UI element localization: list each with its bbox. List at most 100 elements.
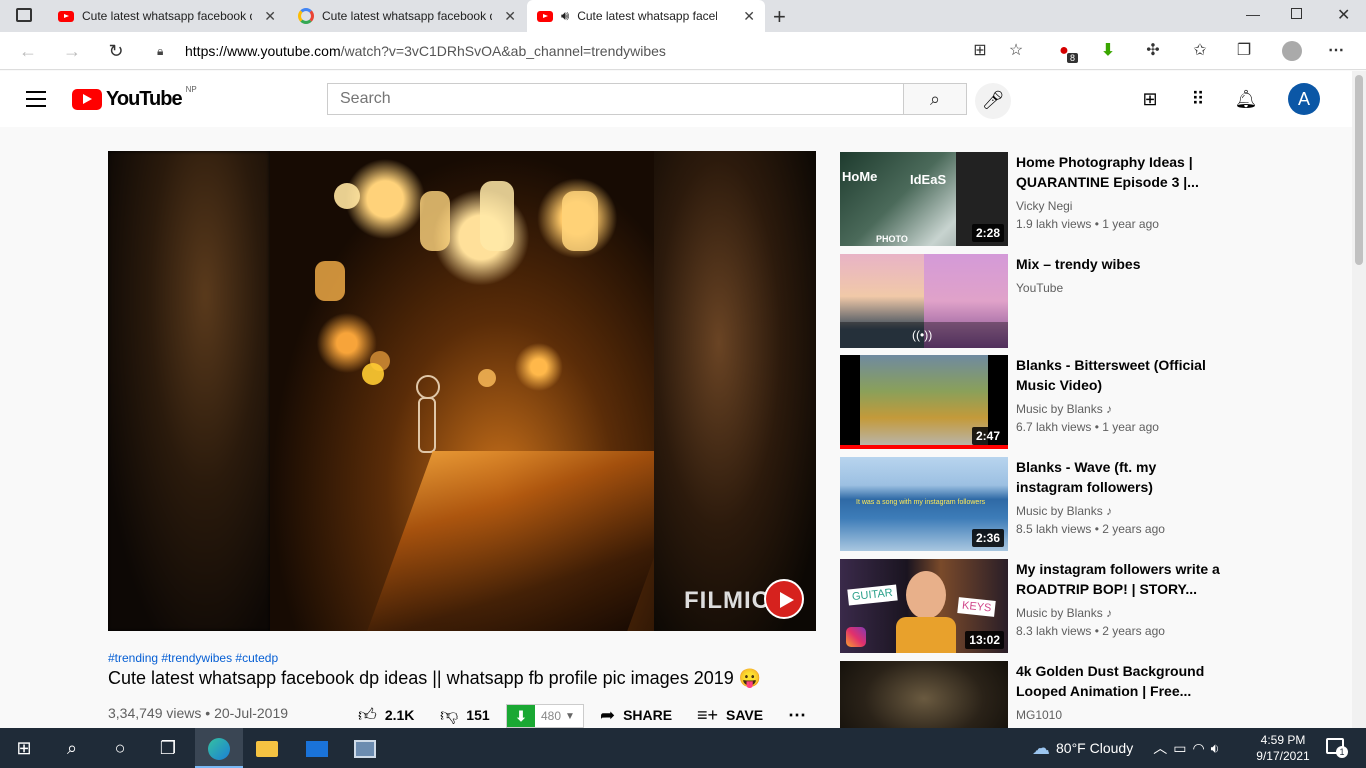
collections-icon[interactable]: ❐ — [1234, 41, 1254, 61]
share-button[interactable]: ➦ SHARE — [600, 703, 672, 727]
youtube-logo[interactable]: YouTube NP — [72, 85, 197, 111]
thumbnail-label: GUITAR — [847, 584, 898, 606]
music-note-icon: ♪ — [1106, 504, 1113, 518]
taskbar-clock[interactable]: 4:59 PM 9/17/2021 — [1250, 732, 1316, 764]
youtube-favicon-icon — [537, 10, 553, 22]
task-view-icon[interactable]: ❐ — [144, 728, 192, 768]
recommendation-item[interactable]: 2:47 Blanks - Bittersweet (Official Musi… — [840, 355, 1340, 449]
dislike-button[interactable]: 👎︎ 151 — [440, 703, 490, 727]
back-icon[interactable]: ← — [16, 39, 40, 63]
cloud-weather-icon: ☁ — [1032, 737, 1050, 758]
channel-name[interactable]: Vicky Negi — [1016, 197, 1226, 215]
url-field[interactable]: 🔒︎ https://www.youtube.com/watch?v=3vC1D… — [145, 37, 1040, 65]
apps-grid-icon[interactable]: ⠿ — [1186, 87, 1210, 111]
page-scrollbar[interactable] — [1352, 71, 1366, 728]
scrollbar-thumb[interactable] — [1355, 75, 1363, 265]
music-note-icon: ♪ — [1106, 402, 1113, 416]
recommendation-item[interactable]: It was a song with my instagram follower… — [840, 457, 1340, 551]
save-button[interactable]: ≡+ SAVE — [697, 703, 763, 727]
video-thumbnail[interactable]: GUITAR KEYS 13:02 — [840, 559, 1008, 653]
mix-thumbnail[interactable]: ((•)) — [840, 254, 1008, 348]
view-stats: 8.3 lakh views • 2 years ago — [1016, 624, 1165, 638]
search-icon[interactable]: ⌕ — [48, 728, 96, 768]
video-thumbnail[interactable]: 2:47 — [840, 355, 1008, 449]
favorites-icon[interactable]: ✩ — [1190, 41, 1210, 61]
channel-name[interactable]: Music by Blanks ♪ — [1016, 502, 1226, 520]
cortana-icon[interactable]: ○ — [96, 728, 144, 768]
favorite-star-icon[interactable]: ☆ — [1006, 41, 1026, 61]
thumbnail-label: KEYS — [957, 597, 997, 617]
chevron-down-icon[interactable]: ▼ — [565, 711, 575, 722]
forward-icon[interactable]: → — [60, 39, 84, 63]
close-tab-icon[interactable]: ✕ — [504, 8, 516, 25]
video-thumbnail[interactable]: HoMe IdEaS PHOTO 2:28 — [840, 152, 1008, 246]
filmic-play-icon — [764, 579, 804, 619]
browser-address-bar: ← → ↻ 🔒︎ https://www.youtube.com/watch?v… — [0, 32, 1366, 70]
hamburger-menu-icon[interactable] — [26, 91, 46, 107]
restore-window-button[interactable] — [1291, 8, 1302, 19]
thumbnail-caption: It was a song with my instagram follower… — [856, 499, 986, 506]
video-blur-left — [108, 151, 270, 631]
upload-date: 20-Jul-2019 — [214, 705, 289, 721]
avatar[interactable]: A — [1288, 83, 1320, 115]
lock-icon: 🔒︎ — [157, 44, 164, 58]
audio-playing-icon[interactable]: 🔊︎ — [561, 8, 569, 24]
profile-icon[interactable] — [1282, 41, 1302, 61]
youtube-header: YouTube NP ⌕ 🎤︎ ⊞ ⠿ 🔔︎ A — [0, 71, 1352, 127]
channel-name[interactable]: Music by Blanks ♪ — [1016, 604, 1226, 622]
recommendation-title: My instagram followers write a ROADTRIP … — [1016, 561, 1220, 597]
video-player[interactable]: FILMIC — [108, 151, 816, 631]
search-icon: ⌕ — [929, 89, 941, 109]
close-window-button[interactable]: ✕ — [1337, 5, 1350, 25]
video-thumbnail[interactable] — [840, 661, 1008, 728]
remote-desktop-icon[interactable] — [341, 728, 389, 768]
file-explorer-icon[interactable] — [243, 728, 291, 768]
browser-tab-3-active[interactable]: 🔊︎ Cute latest whatsapp facebo ✕ — [527, 0, 765, 32]
app-available-icon[interactable]: ⊞ — [970, 41, 990, 61]
battery-icon[interactable]: ▭ — [1173, 740, 1186, 757]
video-thumbnail[interactable]: It was a song with my instagram follower… — [840, 457, 1008, 551]
view-stats: 6.7 lakh views • 1 year ago — [1016, 420, 1159, 434]
filmic-watermark: FILMIC — [684, 587, 770, 614]
video-duration: 2:36 — [971, 529, 1004, 547]
recommendation-item[interactable]: 4k Golden Dust Background Looped Animati… — [840, 661, 1340, 728]
recommendation-title: Blanks - Wave (ft. my instagram follower… — [1016, 459, 1157, 495]
channel-name[interactable]: Music by Blanks ♪ — [1016, 400, 1226, 418]
tray-expand-icon[interactable]: ︿ — [1153, 738, 1167, 758]
recommendation-item[interactable]: GUITAR KEYS 13:02 My instagram followers… — [840, 559, 1340, 653]
mail-icon[interactable] — [293, 728, 341, 768]
notifications-bell-icon[interactable]: 🔔︎ — [1234, 87, 1258, 111]
channel-name[interactable]: YouTube — [1016, 279, 1226, 297]
youtube-play-icon — [72, 89, 102, 110]
new-tab-button[interactable]: + — [773, 4, 786, 30]
extensions-puzzle-icon[interactable]: ✣ — [1143, 41, 1163, 61]
download-extension-button[interactable]: ⬇ 480 ▼ — [506, 704, 584, 728]
youtube-favicon-icon — [58, 10, 74, 22]
music-note-icon: ♪ — [1106, 606, 1113, 620]
recommendation-item[interactable]: HoMe IdEaS PHOTO 2:28 Home Photography I… — [840, 152, 1340, 246]
volume-icon[interactable]: 🔉︎ — [1211, 740, 1220, 757]
browser-tab-1[interactable]: Cute latest whatsapp facebook d ✕ — [48, 0, 286, 32]
voice-search-icon[interactable]: 🎤︎ — [975, 83, 1011, 119]
search-button[interactable]: ⌕ — [903, 83, 967, 115]
more-menu-icon[interactable]: ⋯ — [1326, 41, 1346, 61]
tab-actions-icon[interactable] — [16, 8, 32, 22]
like-count: 2.1K — [384, 707, 415, 723]
close-tab-icon[interactable]: ✕ — [264, 8, 276, 25]
more-actions-icon[interactable]: ⋯ — [788, 703, 806, 727]
edge-browser-icon[interactable] — [195, 728, 243, 768]
download-extension-icon[interactable]: ⬇ — [1098, 41, 1118, 61]
weather-text[interactable]: 80°F Cloudy — [1056, 740, 1133, 756]
channel-name[interactable]: MG1010 — [1016, 706, 1226, 724]
browser-tab-2[interactable]: Cute latest whatsapp facebook d ✕ — [288, 0, 526, 32]
refresh-icon[interactable]: ↻ — [104, 39, 128, 63]
video-hashtags[interactable]: #trending #trendywibes #cutedp — [108, 651, 278, 665]
create-video-icon[interactable]: ⊞ — [1138, 87, 1162, 111]
minimize-window-button[interactable]: — — [1246, 6, 1260, 22]
close-tab-icon[interactable]: ✕ — [743, 8, 755, 25]
recommendation-item[interactable]: ((•)) Mix – trendy wibes YouTube — [840, 254, 1340, 348]
windows-start-icon[interactable]: ⊞ — [0, 728, 48, 768]
like-button[interactable]: 👍︎ 2.1K — [358, 703, 414, 727]
search-input[interactable] — [327, 83, 903, 115]
wifi-icon[interactable]: ◠ — [1192, 740, 1204, 757]
